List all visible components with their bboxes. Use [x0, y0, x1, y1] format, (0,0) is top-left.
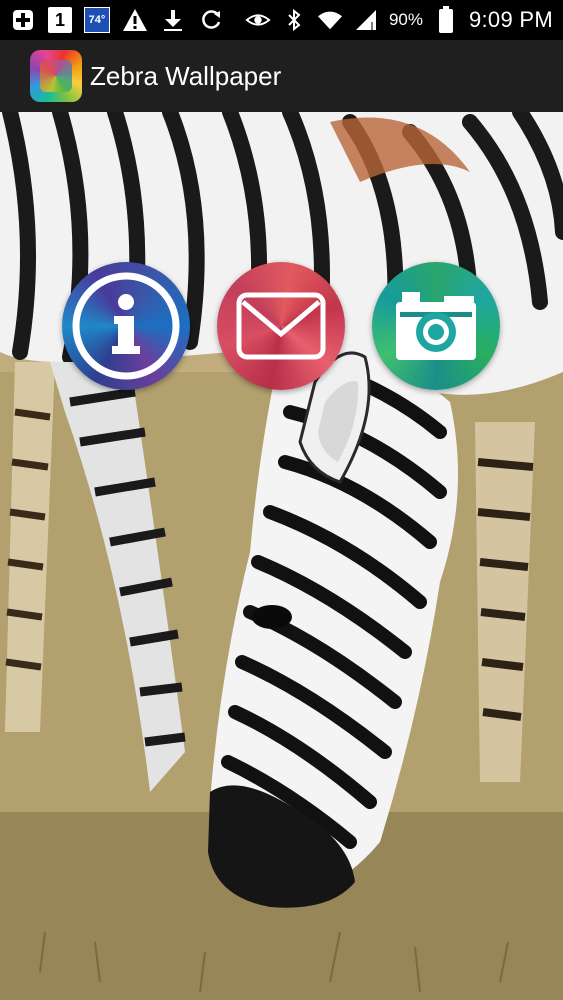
camera-icon — [396, 292, 476, 360]
app-title: Zebra Wallpaper — [90, 60, 282, 91]
rainbow-app-icon[interactable] — [30, 50, 82, 102]
action-bar: Zebra Wallpaper — [0, 40, 563, 112]
eye-icon — [245, 7, 271, 33]
download-icon — [160, 7, 186, 33]
mail-button[interactable] — [217, 262, 345, 390]
add-icon — [10, 7, 36, 33]
notification-icons: 1 74° — [10, 7, 224, 33]
info-button[interactable] — [62, 262, 190, 390]
zebra-image — [0, 112, 563, 1000]
camera-button[interactable] — [372, 262, 500, 390]
mail-icon — [236, 292, 326, 360]
one-badge-icon: 1 — [48, 7, 72, 33]
warning-icon — [122, 7, 148, 33]
info-icon — [72, 272, 180, 380]
wifi-icon — [317, 7, 343, 33]
status-bar: 1 74° 90% 9:09 PM — [0, 0, 563, 40]
zebra-wallpaper — [0, 112, 563, 1000]
bluetooth-icon — [281, 7, 307, 33]
battery-icon — [433, 6, 459, 33]
system-icons: 90% 9:09 PM — [245, 6, 553, 33]
signal-icon — [353, 7, 379, 33]
battery-percent: 90% — [388, 10, 423, 29]
sync-icon — [198, 7, 224, 33]
temperature-icon: 74° — [84, 7, 110, 33]
clock: 9:09 PM — [468, 7, 553, 32]
